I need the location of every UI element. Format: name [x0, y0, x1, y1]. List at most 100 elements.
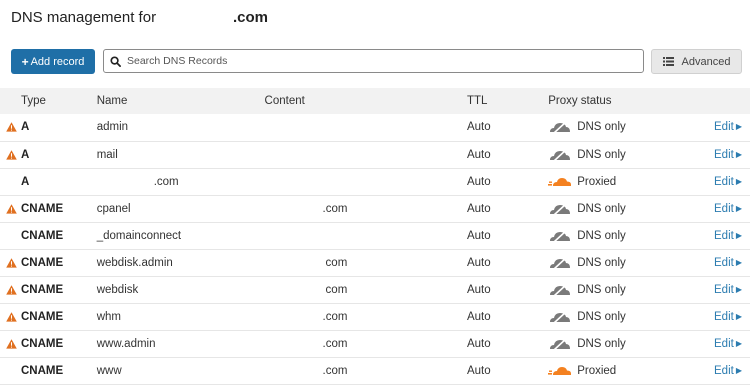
table-row[interactable]: CNAME webdisk com Auto DNS only Edit ▶: [0, 276, 750, 303]
record-proxy-cell: Proxied: [548, 357, 714, 384]
warning-icon: [6, 338, 17, 349]
column-header-name[interactable]: Name: [94, 88, 265, 114]
edit-link[interactable]: Edit ▶: [714, 149, 742, 161]
table-row[interactable]: Amail Auto DNS only Edit ▶: [0, 141, 750, 168]
cloud-dns-only-icon: [548, 201, 577, 216]
edit-label: Edit: [714, 364, 734, 377]
proxy-status-label: DNS only: [577, 229, 626, 242]
record-name: webdisk.admin: [96, 256, 173, 269]
cloud-dns-only-icon: [548, 228, 577, 243]
record-type-cell: CNAME: [0, 357, 94, 384]
table-row[interactable]: A .com Auto Proxied Edit ▶: [0, 168, 750, 195]
caret-right-icon: ▶: [735, 230, 742, 240]
cloud-dns-only-icon: [548, 147, 577, 162]
warning-icon: [6, 284, 17, 295]
record-type-cell: A: [0, 168, 94, 195]
record-name: whm: [96, 310, 121, 323]
edit-link[interactable]: Edit ▶: [714, 176, 742, 188]
record-edit-cell: Edit ▶: [714, 114, 750, 141]
caret-right-icon: ▶: [735, 176, 742, 186]
proxy-status-label: Proxied: [577, 175, 617, 188]
record-type-cell: A: [0, 141, 94, 168]
table-row[interactable]: CNAME cpanel .com Auto DNS only Edit ▶: [0, 195, 750, 222]
record-proxy-cell: DNS only: [548, 222, 714, 249]
record-content: com: [325, 283, 348, 296]
advanced-button[interactable]: Advanced: [651, 49, 742, 74]
record-ttl: Auto: [466, 229, 491, 242]
warning-icon: [6, 149, 17, 160]
edit-link[interactable]: Edit ▶: [714, 338, 742, 350]
dns-records-table: Type Name Content TTL Proxy status Aadmi…: [0, 88, 750, 385]
column-header-ttl[interactable]: TTL: [461, 88, 548, 114]
record-proxy-cell: DNS only: [548, 249, 714, 276]
record-content-cell: .com: [265, 330, 461, 357]
record-type: CNAME: [21, 364, 64, 377]
edit-link[interactable]: Edit ▶: [714, 230, 742, 242]
table-row[interactable]: CNAME _domainconnect Auto DNS only Edit ▶: [0, 222, 750, 249]
record-ttl: Auto: [466, 121, 491, 134]
page-title-text: DNS management for: [11, 9, 157, 26]
edit-label: Edit: [714, 310, 734, 323]
record-name-cell: webdisk.admin: [94, 249, 265, 276]
edit-link[interactable]: Edit ▶: [714, 365, 742, 377]
warning-icon: [6, 122, 17, 132]
record-content: com: [325, 256, 348, 269]
edit-link[interactable]: Edit ▶: [714, 203, 742, 215]
caret-right-icon: ▶: [735, 122, 742, 132]
edit-label: Edit: [714, 256, 734, 269]
add-record-label: Add record: [30, 55, 85, 68]
table-row[interactable]: Aadmin Auto DNS only Edit ▶: [0, 114, 750, 141]
record-content-cell: com: [265, 249, 461, 276]
cloud-dns-only-icon: [548, 120, 577, 134]
edit-label: Edit: [714, 148, 734, 161]
record-content-cell: .com: [265, 357, 461, 384]
record-name-cell: www: [94, 357, 265, 384]
record-name-cell: _domainconnect: [94, 222, 265, 249]
edit-link[interactable]: Edit ▶: [714, 284, 742, 296]
record-type-cell: CNAME: [0, 276, 94, 303]
record-ttl: Auto: [466, 202, 491, 215]
record-proxy-cell: Proxied: [548, 168, 714, 195]
record-name: cpanel: [96, 202, 131, 215]
search-input[interactable]: [125, 54, 629, 68]
add-record-button[interactable]: + Add record: [11, 49, 95, 74]
search-box[interactable]: [103, 49, 644, 73]
column-header-proxy-status[interactable]: Proxy status: [548, 88, 714, 114]
record-name: admin: [96, 121, 129, 134]
record-ttl: Auto: [466, 310, 491, 323]
table-row[interactable]: CNAME whm .com Auto DNS only Edit ▶: [0, 303, 750, 330]
column-header-type[interactable]: Type: [0, 88, 94, 114]
record-content-cell: com: [265, 276, 461, 303]
record-content-cell: .com: [265, 303, 461, 330]
edit-link[interactable]: Edit ▶: [714, 257, 742, 269]
record-edit-cell: Edit ▶: [714, 195, 750, 222]
edit-label: Edit: [714, 229, 734, 242]
record-type-cell: CNAME: [0, 303, 94, 330]
record-content-cell: .com: [265, 195, 461, 222]
record-name-cell: .com: [94, 168, 265, 195]
proxy-status-label: DNS only: [577, 256, 626, 269]
page-title: DNS management for .com: [11, 9, 268, 26]
record-type-cell: A: [0, 114, 94, 141]
proxy-status-label: DNS only: [577, 121, 626, 134]
cloud-dns-only-icon: [548, 282, 577, 297]
cloud-proxied-icon: [548, 365, 577, 377]
record-proxy-cell: DNS only: [548, 114, 714, 141]
record-type: CNAME: [21, 229, 64, 242]
table-row[interactable]: CNAME www.admin .com Auto DNS only Edit ▶: [0, 330, 750, 357]
record-ttl: Auto: [466, 364, 491, 377]
record-edit-cell: Edit ▶: [714, 168, 750, 195]
table-row[interactable]: CNAME webdisk.admin com Auto DNS only Edit ▶: [0, 249, 750, 276]
record-proxy-cell: DNS only: [548, 141, 714, 168]
edit-link[interactable]: Edit ▶: [714, 121, 742, 133]
table-header-row: Type Name Content TTL Proxy status: [0, 88, 750, 114]
record-content: .com: [322, 202, 348, 215]
record-type: A: [21, 175, 30, 188]
edit-link[interactable]: Edit ▶: [714, 311, 742, 323]
caret-right-icon: ▶: [735, 257, 742, 267]
table-row[interactable]: CNAME www .com Auto Proxied Edit ▶: [0, 357, 750, 384]
column-header-content[interactable]: Content: [265, 88, 461, 114]
record-type: CNAME: [21, 337, 64, 350]
record-name: .com: [153, 175, 179, 188]
record-name: _domainconnect: [96, 229, 182, 242]
